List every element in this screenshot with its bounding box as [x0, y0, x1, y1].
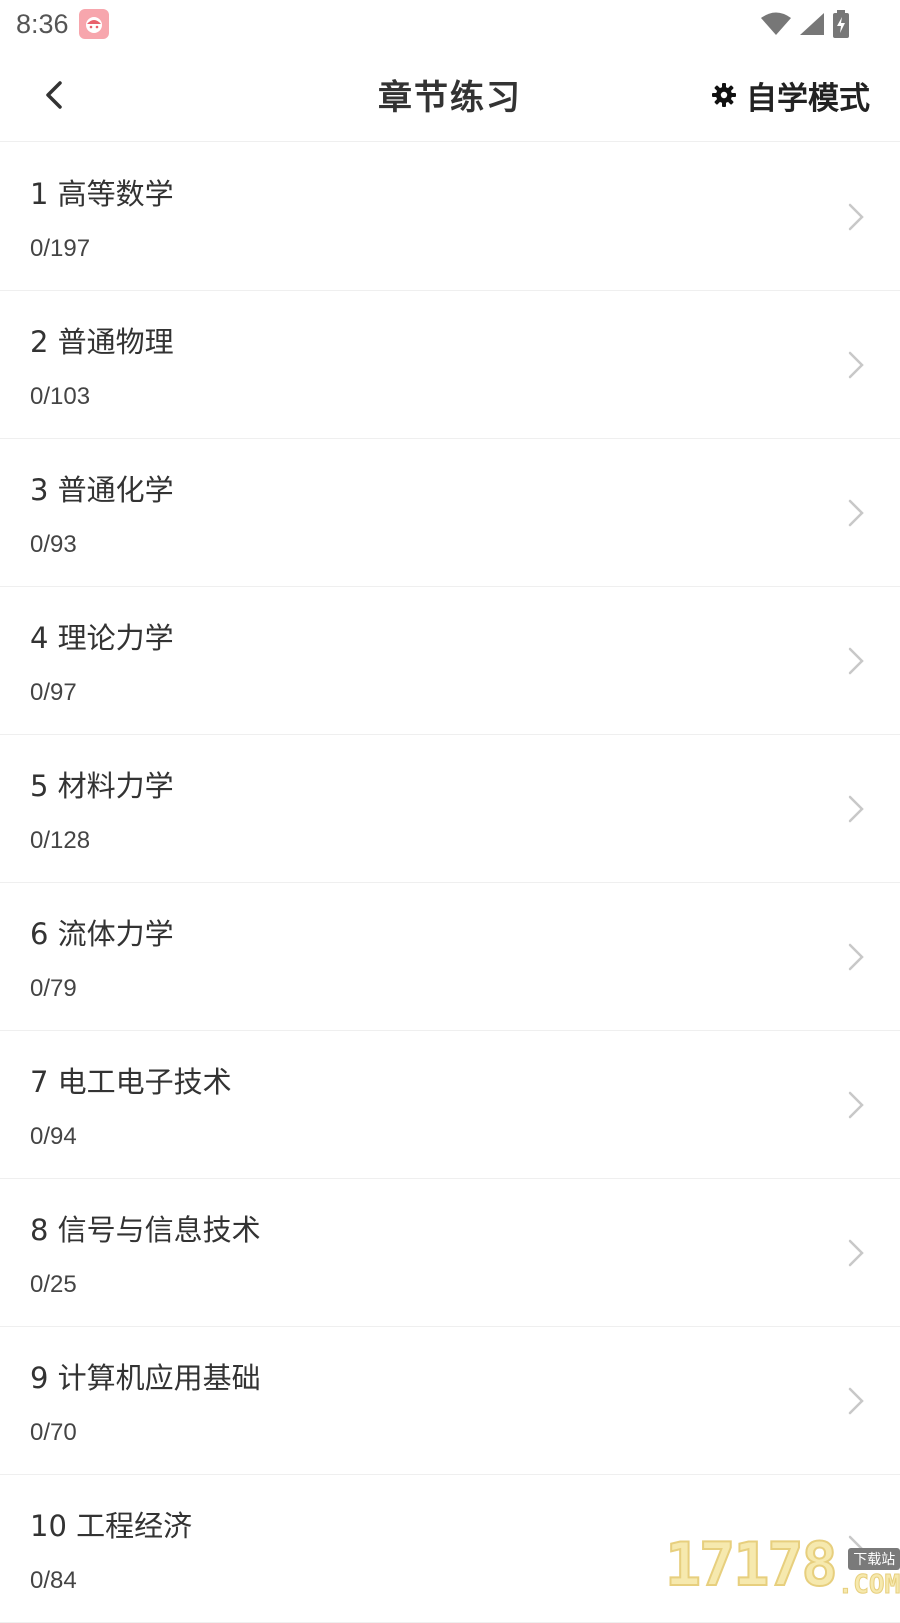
chapter-progress: 0/79	[30, 975, 77, 1003]
back-arrow-icon	[43, 80, 65, 110]
chapter-name: 4 理论力学	[30, 615, 174, 657]
chevron-right-icon	[844, 495, 868, 531]
chapter-item-4[interactable]: 4 理论力学 0/97	[0, 587, 900, 735]
chapter-progress: 0/128	[30, 827, 90, 855]
chapter-name: 10 工程经济	[30, 1503, 192, 1545]
back-button[interactable]	[34, 72, 74, 118]
chevron-right-icon	[844, 1087, 868, 1123]
chapter-progress: 0/97	[30, 679, 77, 707]
chapter-progress: 0/70	[30, 1419, 77, 1447]
watermark-number: 17178	[665, 1530, 836, 1600]
chevron-right-icon	[844, 199, 868, 235]
chapter-item-3[interactable]: 3 普通化学 0/93	[0, 439, 900, 587]
chapter-name: 9 计算机应用基础	[30, 1355, 261, 1397]
signal-icon	[798, 11, 826, 37]
chapter-item-6[interactable]: 6 流体力学 0/79	[0, 883, 900, 1031]
chapter-name: 1 高等数学	[30, 171, 174, 213]
mode-label: 自学模式	[746, 73, 870, 118]
site-watermark: 17178 下载站 .COM	[665, 1532, 890, 1600]
chevron-right-icon	[844, 791, 868, 827]
watermark-tag: 下载站	[848, 1548, 900, 1570]
chapter-name: 8 信号与信息技术	[30, 1207, 261, 1249]
chapter-item-8[interactable]: 8 信号与信息技术 0/25	[0, 1179, 900, 1327]
watermark-right: 下载站 .COM	[838, 1548, 900, 1600]
chevron-right-icon	[844, 939, 868, 975]
status-left: 8:36	[16, 9, 109, 40]
status-time: 8:36	[16, 9, 69, 40]
battery-icon	[832, 10, 850, 38]
chapter-item-2[interactable]: 2 普通物理 0/103	[0, 291, 900, 439]
chapter-name: 5 材料力学	[30, 763, 174, 805]
chevron-right-icon	[844, 1383, 868, 1419]
chevron-right-icon	[844, 643, 868, 679]
status-right	[760, 10, 850, 38]
page-title: 章节练习	[378, 70, 522, 119]
chapter-name: 7 电工电子技术	[30, 1059, 232, 1101]
chapter-progress: 0/103	[30, 383, 90, 411]
chapter-name: 6 流体力学	[30, 911, 174, 953]
chapter-item-1[interactable]: 1 高等数学 0/197	[0, 143, 900, 291]
chevron-right-icon	[844, 347, 868, 383]
chapter-progress: 0/197	[30, 235, 90, 263]
chapter-progress: 0/84	[30, 1567, 77, 1595]
self-study-mode-button[interactable]: 自学模式	[712, 72, 870, 118]
chapter-progress: 0/94	[30, 1123, 77, 1151]
chapter-name: 2 普通物理	[30, 319, 174, 361]
watermark-suffix: .COM	[838, 1570, 900, 1600]
chapter-progress: 0/93	[30, 531, 77, 559]
app-notification-icon	[79, 9, 109, 39]
chapter-progress: 0/25	[30, 1271, 77, 1299]
wifi-icon	[760, 11, 792, 37]
chapter-item-7[interactable]: 7 电工电子技术 0/94	[0, 1031, 900, 1179]
chapter-list: 1 高等数学 0/197 2 普通物理 0/103 3 普通化学 0/93 4 …	[0, 143, 900, 1623]
gear-icon	[712, 83, 736, 107]
chevron-right-icon	[844, 1235, 868, 1271]
chapter-item-9[interactable]: 9 计算机应用基础 0/70	[0, 1327, 900, 1475]
chapter-name: 3 普通化学	[30, 467, 174, 509]
header-bar: 章节练习 自学模式	[0, 48, 900, 142]
chapter-item-5[interactable]: 5 材料力学 0/128	[0, 735, 900, 883]
status-bar: 8:36	[0, 0, 900, 48]
